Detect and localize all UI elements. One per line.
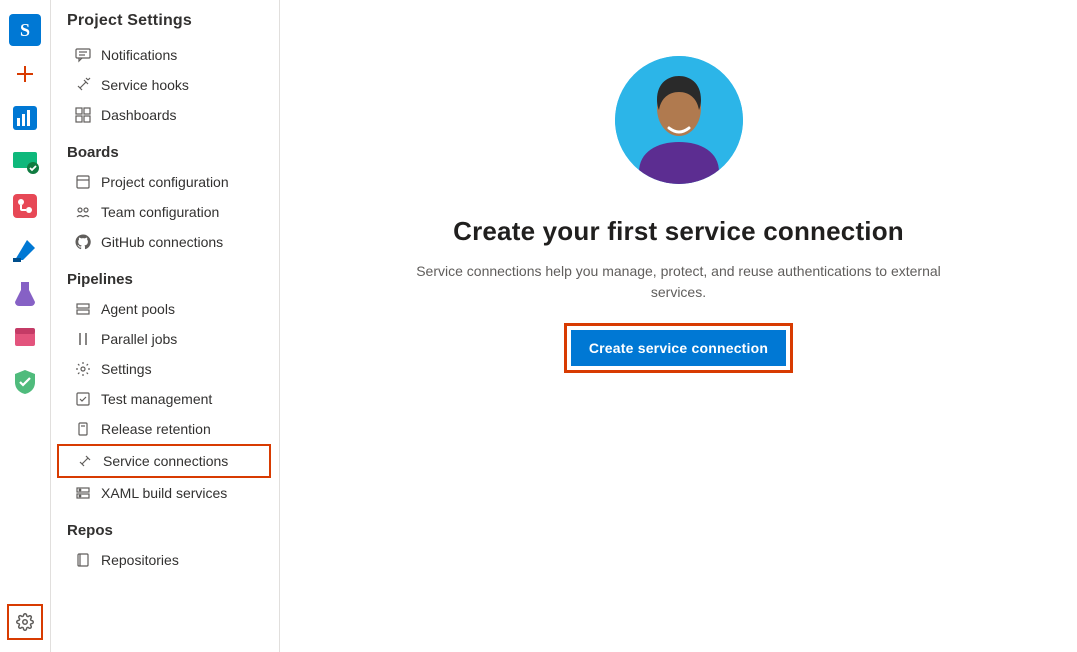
retention-icon <box>75 421 91 437</box>
sidebar-item-agent-pools[interactable]: Agent pools <box>51 294 279 324</box>
left-rail: S <box>0 0 50 652</box>
chat-icon <box>75 47 91 63</box>
sidebar-item-parallel-jobs[interactable]: Parallel jobs <box>51 324 279 354</box>
hero-title: Create your first service connection <box>399 216 959 247</box>
rail-boards-icon[interactable] <box>9 146 41 178</box>
sidebar-item-service-connections-highlight: Service connections <box>57 444 271 478</box>
sidebar-item-dashboards[interactable]: Dashboards <box>51 100 279 130</box>
svg-text:S: S <box>20 20 30 40</box>
project-settings-gear-icon[interactable] <box>7 604 43 640</box>
section-heading-boards: Boards <box>51 130 279 167</box>
nav-label: Settings <box>101 361 152 377</box>
rail-artifacts-icon[interactable] <box>9 322 41 354</box>
plug-icon <box>75 77 91 93</box>
sidebar-item-service-connections[interactable]: Service connections <box>59 446 269 476</box>
xaml-icon <box>75 485 91 501</box>
sidebar-item-github-connections[interactable]: GitHub connections <box>51 227 279 257</box>
nav-label: Team configuration <box>101 204 219 220</box>
hero-subtitle: Service connections help you manage, pro… <box>399 261 959 303</box>
rail-compliance-icon[interactable] <box>9 366 41 398</box>
sidebar-item-notifications[interactable]: Notifications <box>51 40 279 70</box>
section-heading-repos: Repos <box>51 508 279 545</box>
nav-label: Agent pools <box>101 301 175 317</box>
nav-label: Repositories <box>101 552 179 568</box>
github-icon <box>75 234 91 250</box>
dashboard-icon <box>75 107 91 123</box>
rail-overview-icon[interactable] <box>9 102 41 134</box>
sidebar-title: Project Settings <box>51 8 279 40</box>
pool-icon <box>75 301 91 317</box>
test-icon <box>75 391 91 407</box>
nav-label: Release retention <box>101 421 211 437</box>
repo-icon <box>75 552 91 568</box>
rail-repos-icon[interactable] <box>9 190 41 222</box>
sidebar-item-repositories[interactable]: Repositories <box>51 545 279 575</box>
nav-label: Service connections <box>103 453 228 469</box>
rail-project-icon[interactable]: S <box>9 14 41 46</box>
cta-highlight: Create service connection <box>564 323 793 373</box>
rail-testplans-icon[interactable] <box>9 278 41 310</box>
sidebar-item-xaml-build-services[interactable]: XAML build services <box>51 478 279 508</box>
rail-pipelines-icon[interactable] <box>9 234 41 266</box>
sidebar-item-test-management[interactable]: Test management <box>51 384 279 414</box>
nav-label: Notifications <box>101 47 177 63</box>
sidebar-item-release-retention[interactable]: Release retention <box>51 414 279 444</box>
main-content: Create your first service connection Ser… <box>280 0 1077 652</box>
avatar-illustration <box>615 56 743 184</box>
create-service-connection-button[interactable]: Create service connection <box>571 330 786 366</box>
nav-label: Dashboards <box>101 107 177 123</box>
sidebar-item-service-hooks[interactable]: Service hooks <box>51 70 279 100</box>
nav-label: Project configuration <box>101 174 229 190</box>
nav-label: XAML build services <box>101 485 227 501</box>
team-icon <box>75 204 91 220</box>
gear-icon <box>75 361 91 377</box>
nav-label: GitHub connections <box>101 234 223 250</box>
section-heading-pipelines: Pipelines <box>51 257 279 294</box>
project-icon <box>75 174 91 190</box>
sidebar-item-settings[interactable]: Settings <box>51 354 279 384</box>
settings-sidebar: Project Settings Notifications Service h… <box>50 0 280 652</box>
nav-label: Test management <box>101 391 212 407</box>
sidebar-item-project-configuration[interactable]: Project configuration <box>51 167 279 197</box>
plug-icon <box>77 453 93 469</box>
rail-add-icon[interactable] <box>9 58 41 90</box>
sidebar-item-team-configuration[interactable]: Team configuration <box>51 197 279 227</box>
nav-label: Parallel jobs <box>101 331 177 347</box>
nav-label: Service hooks <box>101 77 189 93</box>
parallel-icon <box>75 331 91 347</box>
